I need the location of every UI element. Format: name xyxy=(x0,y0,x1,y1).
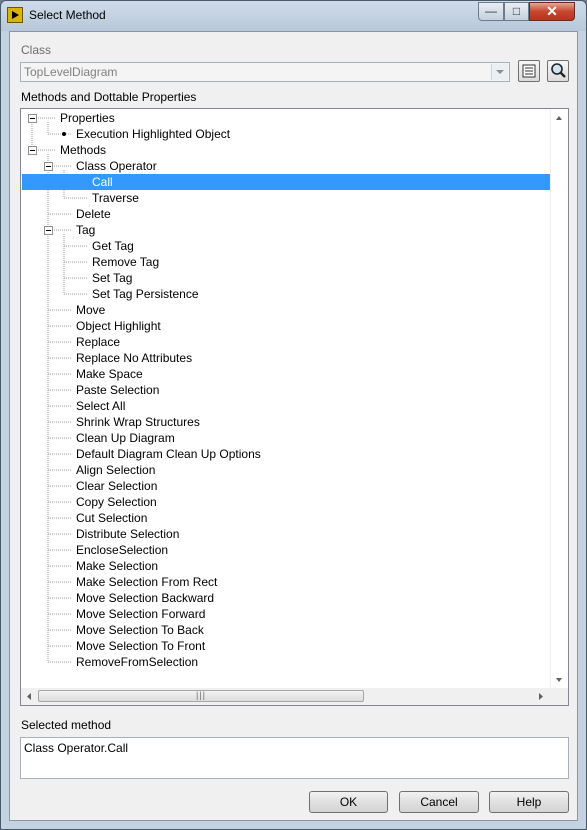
tree-item[interactable]: Cut Selection xyxy=(76,510,147,526)
title-bar[interactable]: Select Method — □ ✕ xyxy=(1,1,586,31)
horizontal-scrollbar[interactable]: ||| xyxy=(21,688,568,705)
class-label: Class xyxy=(21,43,52,57)
window-title: Select Method xyxy=(29,8,106,22)
tree-item[interactable]: Move Selection To Front xyxy=(76,638,205,654)
chevron-down-icon[interactable] xyxy=(491,64,508,80)
tree-item[interactable]: Make Selection From Rect xyxy=(76,574,217,590)
scroll-up-arrow-icon[interactable] xyxy=(551,111,567,125)
tree-item[interactable]: EncloseSelection xyxy=(76,542,168,558)
cancel-button[interactable]: Cancel xyxy=(399,791,479,813)
tree-item[interactable]: Properties xyxy=(60,110,115,126)
tree-item[interactable]: Align Selection xyxy=(76,462,155,478)
tree-item[interactable]: Make Space xyxy=(76,366,143,382)
search-button[interactable] xyxy=(547,60,569,82)
tree-item[interactable]: Tag xyxy=(76,222,95,238)
tree-item[interactable]: Replace No Attributes xyxy=(76,350,192,366)
help-button[interactable]: Help xyxy=(489,791,569,813)
tree-item[interactable]: Set Tag xyxy=(92,270,132,286)
ok-button[interactable]: OK xyxy=(309,791,388,813)
scroll-left-arrow-icon[interactable] xyxy=(21,688,37,705)
collapse-toggle-icon[interactable] xyxy=(28,114,37,123)
methods-tree[interactable]: Properties Execution Highlighted Object Me… xyxy=(20,108,569,706)
tree-item[interactable]: Paste Selection xyxy=(76,382,159,398)
minimize-button[interactable]: — xyxy=(478,2,504,21)
methods-label: Methods and Dottable Properties xyxy=(21,90,197,104)
tree-item[interactable]: Replace xyxy=(76,334,120,350)
scroll-right-arrow-icon[interactable] xyxy=(533,688,549,705)
maximize-button[interactable]: □ xyxy=(504,2,529,21)
selected-method-field[interactable]: Class Operator.Call xyxy=(20,737,569,779)
selected-method-label: Selected method xyxy=(21,718,112,732)
tree-item[interactable]: Remove Tag xyxy=(92,254,159,270)
tree-item[interactable]: Distribute Selection xyxy=(76,526,179,542)
tree-item[interactable]: Class Operator xyxy=(76,158,157,174)
tree-item[interactable]: Traverse xyxy=(92,190,139,206)
collapse-toggle-icon[interactable] xyxy=(44,226,53,235)
class-dropdown-value: TopLevelDiagram xyxy=(24,65,118,79)
tree-item[interactable]: Execution Highlighted Object xyxy=(76,126,230,142)
class-browser-icon xyxy=(522,64,536,78)
dialog-body: Class TopLevelDiagram Methods and Dottab… xyxy=(9,31,578,821)
selected-method-value: Class Operator.Call xyxy=(24,741,129,755)
vertical-scrollbar[interactable] xyxy=(550,109,568,689)
tree-item[interactable]: Copy Selection xyxy=(76,494,157,510)
tree-item-selected[interactable]: Call xyxy=(22,174,550,190)
scrollbar-corner xyxy=(551,688,568,705)
maximize-icon: □ xyxy=(512,4,521,18)
tree-item[interactable]: RemoveFromSelection xyxy=(76,654,198,670)
tree-item[interactable]: Methods xyxy=(60,142,106,158)
tree-item[interactable]: Shrink Wrap Structures xyxy=(76,414,200,430)
tree-item[interactable]: Move Selection To Back xyxy=(76,622,204,638)
minimize-icon: — xyxy=(485,4,497,18)
close-icon: ✕ xyxy=(546,3,558,19)
bullet-icon xyxy=(62,132,66,136)
tree-item[interactable]: Object Highlight xyxy=(76,318,161,334)
tree-item[interactable]: Get Tag xyxy=(92,238,134,254)
class-dropdown[interactable]: TopLevelDiagram xyxy=(20,62,510,82)
tree-item[interactable]: Move Selection Backward xyxy=(76,590,214,606)
tree-item[interactable]: Default Diagram Clean Up Options xyxy=(76,446,261,462)
close-button[interactable]: ✕ xyxy=(529,2,575,21)
labview-app-icon xyxy=(7,7,23,23)
collapse-toggle-icon[interactable] xyxy=(44,162,53,171)
tree-item[interactable]: Clean Up Diagram xyxy=(76,430,175,446)
collapse-toggle-icon[interactable] xyxy=(28,146,37,155)
tree-item[interactable]: Select All xyxy=(76,398,125,414)
browse-class-button[interactable] xyxy=(518,60,540,82)
horizontal-scroll-thumb[interactable]: ||| xyxy=(38,690,364,702)
tree-item[interactable]: Delete xyxy=(76,206,111,222)
scroll-down-arrow-icon[interactable] xyxy=(551,673,567,687)
tree-item[interactable]: Move Selection Forward xyxy=(76,606,205,622)
tree-item[interactable]: Make Selection xyxy=(76,558,158,574)
tree-item[interactable]: Set Tag Persistence xyxy=(92,286,199,302)
search-icon xyxy=(551,63,566,78)
dialog-window: Select Method — □ ✕ Class TopLevelDiagra… xyxy=(0,0,587,830)
tree-item[interactable]: Move xyxy=(76,302,105,318)
tree-item[interactable]: Clear Selection xyxy=(76,478,157,494)
